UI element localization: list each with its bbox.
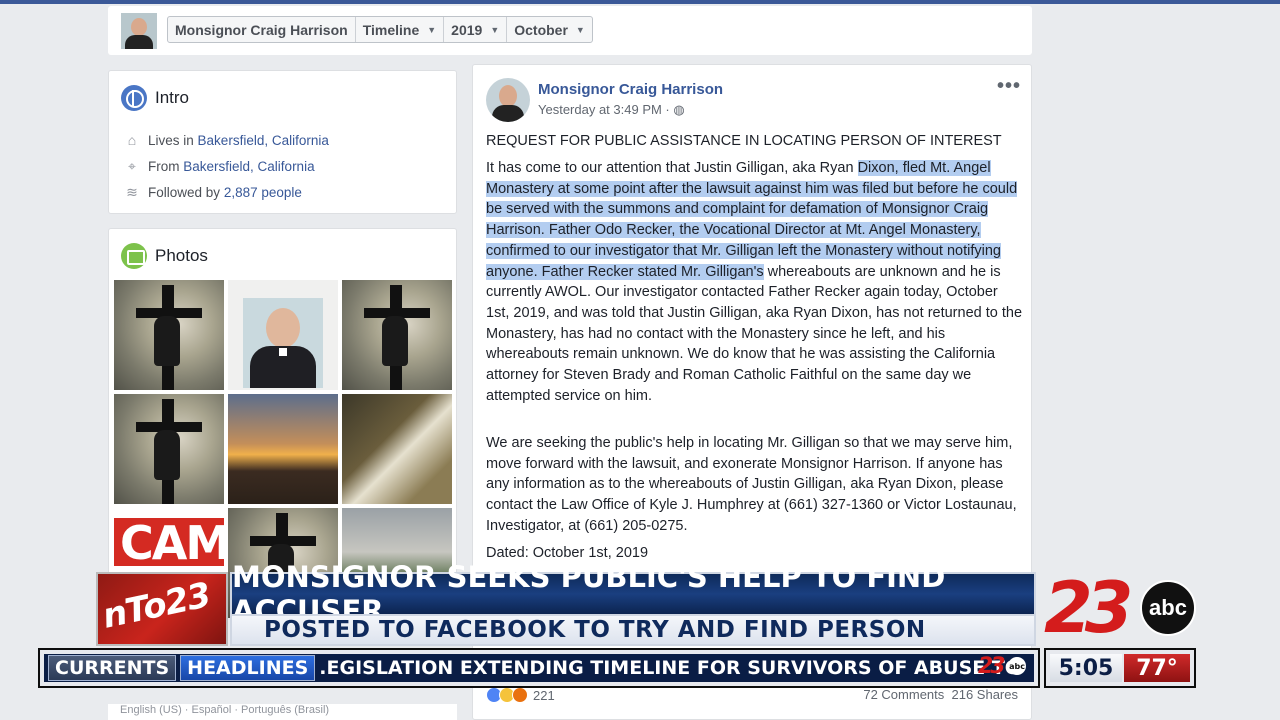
reaction-summary[interactable]: 221 <box>486 687 555 703</box>
language-footer: English (US) · Español · Português (Bras… <box>108 704 457 720</box>
intro-from: ⌖ From Bakersfield, California <box>123 157 315 175</box>
mini-channel-logo: 23 abc <box>978 654 1026 679</box>
timeline-header: Monsignor Craig Harrison Timeline ▼ 2019 ▼… <box>108 6 1032 55</box>
photo-portrait[interactable] <box>228 280 338 390</box>
abc-logo: abc <box>1140 580 1196 636</box>
temperature-display: 77° <box>1124 654 1190 682</box>
photos-card: Photos CAM <box>108 228 457 618</box>
photo-icon <box>121 243 147 269</box>
rss-icon: ≋ <box>126 183 138 200</box>
top-accent-line <box>0 0 1280 4</box>
post-paragraph-1: It has come to our attention that Justin… <box>486 160 1023 404</box>
more-options-icon[interactable]: ••• <box>997 75 1021 98</box>
lives-in-link[interactable]: Bakersfield, California <box>198 133 329 148</box>
shares-count-link[interactable]: 216 Shares <box>952 687 1019 702</box>
breadcrumb-timeline[interactable]: Timeline ▼ <box>356 17 445 42</box>
profile-avatar[interactable] <box>121 13 157 49</box>
photo-crucifix[interactable] <box>114 394 224 504</box>
breadcrumb-profile[interactable]: Monsignor Craig Harrison <box>168 17 356 42</box>
photo-ceremony[interactable] <box>342 394 452 504</box>
photos-title: Photos <box>121 243 208 269</box>
from-link[interactable]: Bakersfield, California <box>183 159 314 174</box>
photo-sunset-street[interactable] <box>228 394 338 504</box>
engagement-counts: 72 Comments 216 Shares <box>863 687 1018 702</box>
headline-banner: MONSIGNOR SEEKS PUBLIC'S HELP TO FIND AC… <box>230 560 1036 628</box>
intro-card: Intro ⌂ Lives in Bakersfield, California… <box>108 70 457 214</box>
segment-logo: nTo23 <box>96 572 228 646</box>
photo-crucifix[interactable] <box>342 280 452 390</box>
post-heading: REQUEST FOR PUBLIC ASSISTANCE IN LOCATIN… <box>486 133 1002 149</box>
angry-reaction-icon <box>512 687 528 703</box>
post-author-avatar[interactable] <box>486 78 530 122</box>
intro-followers: ≋ Followed by 2,887 people <box>123 183 302 201</box>
selected-text: Dixon, fled Mt. Angel Monastery at some … <box>486 160 1018 280</box>
breadcrumb-year[interactable]: 2019 ▼ <box>444 17 508 42</box>
chevron-down-icon: ▼ <box>490 24 500 35</box>
post-timestamp[interactable]: Yesterday at 3:49 PM · ◍ <box>538 102 685 118</box>
public-globe-icon: ◍ <box>673 102 685 117</box>
ticker-tag-currents: CURRENTS <box>48 655 177 681</box>
comments-count-link[interactable]: 72 Comments <box>863 687 944 702</box>
chevron-down-icon: ▼ <box>427 24 437 35</box>
subheadline-banner: POSTED TO FACEBOOK TO TRY AND FIND PERSO… <box>230 614 1036 646</box>
post-paragraph-2: We are seeking the public's help in loca… <box>486 435 1017 534</box>
intro-title: Intro <box>121 85 189 111</box>
clock-display: 5:05 <box>1050 654 1122 682</box>
globe-icon <box>121 85 147 111</box>
intro-lives-in: ⌂ Lives in Bakersfield, California <box>123 131 329 149</box>
post-author-name[interactable]: Monsignor Craig Harrison <box>538 81 723 98</box>
followers-link[interactable]: 2,887 people <box>224 185 302 200</box>
time-temp-box: 5:05 77° <box>1044 648 1196 688</box>
ticker-crawl-text: .EGISLATION EXTENDING TIMELINE FOR SURVI… <box>319 657 1020 679</box>
channel-logo: 23 abc <box>1044 567 1200 649</box>
breadcrumb: Monsignor Craig Harrison Timeline ▼ 2019 ▼… <box>167 16 593 43</box>
breadcrumb-month[interactable]: October ▼ <box>507 17 592 42</box>
ticker-tag-headlines: HEADLINES <box>180 655 316 681</box>
photo-crucifix[interactable] <box>114 280 224 390</box>
news-ticker: CURRENTS HEADLINES .EGISLATION EXTENDING… <box>38 648 1040 688</box>
location-pin-icon: ⌖ <box>128 157 136 174</box>
chevron-down-icon: ▼ <box>575 24 585 35</box>
home-icon: ⌂ <box>127 132 137 148</box>
